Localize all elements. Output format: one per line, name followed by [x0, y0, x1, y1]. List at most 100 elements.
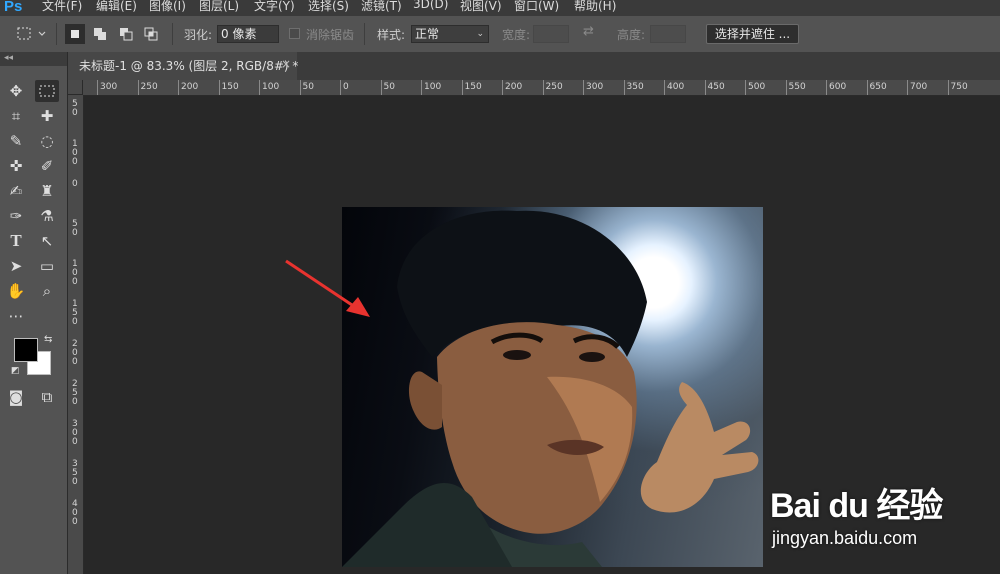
- ruler-label: 650: [869, 82, 887, 92]
- ruler-tick: [259, 80, 260, 95]
- ruler-label: 450: [707, 82, 725, 92]
- move-icon[interactable]: ✥: [4, 80, 28, 102]
- ruler-label: 0: [72, 157, 78, 167]
- eraser-icon[interactable]: ✑: [4, 205, 28, 227]
- paint-bucket-icon[interactable]: ⚗: [35, 205, 59, 227]
- menu-select[interactable]: 选择(S): [308, 0, 349, 14]
- ruler-label: 250: [545, 82, 563, 92]
- ruler-label: 200: [505, 82, 523, 92]
- menu-window[interactable]: 窗口(W): [514, 0, 559, 14]
- ruler-label: 0: [72, 108, 78, 118]
- style-select-value: 正常: [415, 27, 440, 41]
- path-select-icon[interactable]: ➤: [4, 255, 28, 277]
- quick-select-icon[interactable]: ✎: [4, 130, 28, 152]
- subtract-selection-button[interactable]: [116, 24, 136, 44]
- new-selection-button[interactable]: [65, 24, 85, 44]
- direct-select-icon[interactable]: ↖: [35, 230, 59, 252]
- photo-layer[interactable]: [342, 207, 763, 567]
- ruler-label: 50: [302, 82, 314, 92]
- menu-filter[interactable]: 滤镜(T): [361, 0, 402, 14]
- ruler-tick: [502, 80, 503, 95]
- separator: [56, 23, 57, 45]
- style-select[interactable]: 正常 ⌄: [411, 25, 489, 43]
- height-label: 高度:: [617, 28, 646, 42]
- ruler-tick: [542, 80, 544, 95]
- rectangle-shape-icon[interactable]: ▭: [35, 255, 59, 277]
- ruler-tick: [664, 80, 665, 95]
- marquee-preset-picker[interactable]: [14, 24, 46, 44]
- subtract-selection-icon: [120, 28, 133, 41]
- healing-brush-icon[interactable]: ✚: [35, 105, 59, 127]
- ruler-label: 400: [667, 82, 685, 92]
- new-selection-icon: [71, 30, 79, 38]
- ruler-label: 600: [829, 82, 847, 92]
- menu-edit[interactable]: 编辑(E): [96, 0, 137, 14]
- menu-image[interactable]: 图像(I): [149, 0, 186, 14]
- zoom-icon[interactable]: ⌕: [35, 280, 59, 302]
- close-icon[interactable]: ×: [281, 57, 291, 71]
- ruler-label: 150: [464, 82, 482, 92]
- ruler-label: 0: [72, 179, 78, 189]
- ruler-tick: [218, 80, 220, 95]
- ruler-origin[interactable]: [68, 80, 83, 95]
- menu-type[interactable]: 文字(Y): [254, 0, 295, 14]
- type-icon[interactable]: T: [4, 230, 28, 252]
- chevron-down-icon: ⌄: [476, 29, 484, 39]
- quick-mask-icon[interactable]: ◙: [4, 386, 28, 408]
- photoshop-logo: Ps: [4, 0, 23, 15]
- select-and-mask-button[interactable]: 选择并遮住 ...: [706, 24, 799, 44]
- menu-3d[interactable]: 3D(D): [413, 0, 448, 11]
- watermark-url: jingyan.baidu.com: [772, 528, 918, 548]
- ruler-label: 150: [221, 82, 239, 92]
- lasso-icon[interactable]: ◌: [35, 130, 59, 152]
- spot-healing-icon[interactable]: ✜: [4, 155, 28, 177]
- swap-colors-icon[interactable]: ⇆: [44, 334, 52, 345]
- add-selection-button[interactable]: [90, 24, 110, 44]
- antialias-label: 消除锯齿: [306, 28, 355, 42]
- rect-marquee-icon[interactable]: [35, 80, 59, 102]
- ruler-tick: [137, 80, 139, 95]
- screen-mode-icon[interactable]: ⧉: [35, 386, 59, 408]
- ruler-tick: [907, 80, 908, 95]
- ruler-label: 0: [72, 228, 78, 238]
- ruler-label: 50: [383, 82, 395, 92]
- hand-icon[interactable]: ✋: [4, 280, 28, 302]
- ruler-tick: [866, 80, 868, 95]
- menu-layer[interactable]: 图层(L): [199, 0, 239, 14]
- feather-input[interactable]: 0 像素: [217, 25, 279, 43]
- antialias-checkbox[interactable]: [289, 28, 300, 39]
- brush-icon[interactable]: ✍: [4, 180, 28, 202]
- stamp-icon[interactable]: ♜: [35, 180, 59, 202]
- height-input[interactable]: [650, 25, 686, 43]
- width-input[interactable]: [533, 25, 569, 43]
- menu-view[interactable]: 视图(V): [460, 0, 502, 14]
- ruler-label: 0: [72, 397, 78, 407]
- ruler-tick: [745, 80, 746, 95]
- crop-icon[interactable]: ⌗: [4, 105, 28, 127]
- swap-dimensions-icon[interactable]: ⇄: [583, 24, 594, 39]
- document-tab[interactable]: 未标题-1 @ 83.3% (图层 2, RGB/8#) *: [68, 52, 298, 80]
- ruler-tick: [97, 80, 98, 95]
- ruler-tick: [299, 80, 301, 95]
- menu-help[interactable]: 帮助(H): [574, 0, 616, 14]
- tools-panel-collapse[interactable]: ◂◂: [0, 52, 67, 66]
- ruler-tick: [623, 80, 625, 95]
- ruler-label: 500: [748, 82, 766, 92]
- more-tools-icon[interactable]: ⋯: [4, 305, 28, 327]
- eyedropper-icon[interactable]: ✐: [35, 155, 59, 177]
- ruler-label: 0: [72, 277, 78, 287]
- feather-label: 羽化:: [184, 28, 213, 42]
- portrait-image: [342, 210, 759, 567]
- width-label: 宽度:: [502, 28, 531, 42]
- intersect-selection-button[interactable]: [141, 24, 161, 44]
- intersect-selection-icon: [144, 27, 158, 41]
- ruler-label: 0: [72, 317, 78, 327]
- ruler-tick: [380, 80, 382, 95]
- ruler-label: 700: [910, 82, 928, 92]
- default-colors-icon[interactable]: ◩: [11, 366, 20, 376]
- ruler-label: 0: [72, 477, 78, 487]
- ruler-label: 750: [950, 82, 968, 92]
- ruler-label: 350: [626, 82, 644, 92]
- foreground-color-swatch[interactable]: [14, 338, 38, 362]
- menu-file[interactable]: 文件(F): [42, 0, 82, 14]
